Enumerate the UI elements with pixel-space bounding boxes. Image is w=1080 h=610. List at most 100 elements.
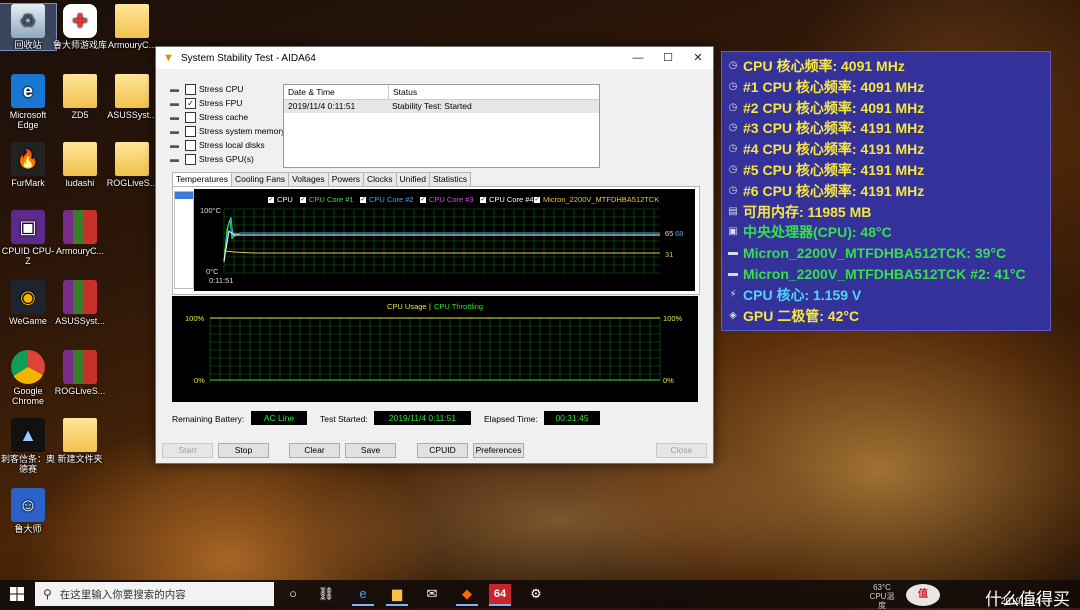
edge-icon[interactable]: e: [352, 584, 374, 606]
stress-checkbox[interactable]: [185, 153, 196, 165]
title-bar[interactable]: ▼ System Stability Test - AIDA64 — ☐ ✕: [156, 47, 713, 69]
status-log[interactable]: Date & Time Status 2019/11/4 0:11:51 Sta…: [283, 84, 600, 168]
legend-checkbox[interactable]: ✓: [534, 196, 540, 203]
desktop-icon[interactable]: ROGLiveS...: [104, 142, 160, 188]
taskbar-search[interactable]: ⚲ 在这里输入你要搜索的内容: [35, 582, 274, 606]
tab-statistics[interactable]: Statistics: [429, 172, 472, 186]
file-explorer-icon[interactable]: ▆: [386, 584, 408, 606]
desktop-icon[interactable]: ZD5: [52, 74, 108, 120]
stress-option[interactable]: ▬ Stress cache: [170, 111, 248, 123]
desktop-icon[interactable]: ludashi: [52, 142, 108, 188]
desktop-icon[interactable]: ROGLiveS...: [52, 350, 108, 396]
temp-legend-item[interactable]: ✓ CPU Core #1: [300, 195, 354, 204]
save-button[interactable]: Save: [345, 443, 396, 458]
game-icon[interactable]: ⛓: [315, 584, 337, 604]
close-window-button[interactable]: ✕: [683, 47, 713, 69]
sensor-osd-panel: ◷ CPU 核心频率: 4091 MHz ◷ #1 CPU 核心频率: 4091 MH…: [721, 51, 1051, 331]
stress-option[interactable]: ▬ Stress CPU: [170, 83, 243, 95]
start-button-windows[interactable]: [0, 580, 34, 608]
col-status-header[interactable]: Status: [389, 85, 599, 99]
tab-cooling-fans[interactable]: Cooling Fans: [230, 172, 290, 186]
folder-icon: [115, 74, 149, 108]
desktop-icon[interactable]: ArmouryC...: [52, 210, 108, 256]
settings-icon[interactable]: ⚙: [525, 584, 547, 604]
minimize-button[interactable]: —: [623, 47, 653, 69]
temp-right-value-1: 65: [665, 229, 674, 238]
temp-legend-item[interactable]: ✓ CPU Core #4: [480, 195, 534, 204]
usage-legend: CPU Usage: [387, 302, 427, 311]
stress-checkbox[interactable]: [185, 139, 196, 151]
desktop-icon[interactable]: Google Chrome: [0, 350, 56, 406]
sensor-list[interactable]: [174, 191, 194, 289]
usage-left-top: 100%: [185, 314, 205, 323]
cpu-temp-tray[interactable]: 63°C CPU温度: [867, 583, 897, 610]
stress-option[interactable]: ▬ Stress local disks: [170, 139, 265, 151]
desktop-icon-label: ludashi: [65, 178, 95, 188]
stress-checkbox[interactable]: ✓: [185, 97, 196, 109]
tab-unified[interactable]: Unified: [395, 172, 431, 186]
legend-checkbox[interactable]: ✓: [268, 196, 274, 203]
legend-label: CPU Core #1: [309, 195, 354, 204]
search-icon: ⚲: [43, 587, 52, 601]
desktop-icon[interactable]: ▣ CPUID CPU-Z: [0, 210, 56, 266]
close-button[interactable]: Close: [656, 443, 707, 458]
desktop-icon[interactable]: 🔥 FurMark: [0, 142, 56, 188]
desktop-icon[interactable]: 新建文件夹: [52, 418, 108, 464]
tab-temperatures[interactable]: Temperatures: [172, 172, 232, 186]
desktop-icon[interactable]: ◉ WeGame: [0, 280, 56, 326]
temp-legend-item[interactable]: ✓ CPU Core #2: [360, 195, 414, 204]
stop-button[interactable]: Stop: [218, 443, 269, 458]
tab-voltages[interactable]: Voltages: [288, 172, 329, 186]
stress-option[interactable]: ▬ Stress GPU(s): [170, 153, 254, 165]
stress-checkbox[interactable]: [185, 83, 196, 95]
tab-clocks[interactable]: Clocks: [363, 172, 397, 186]
winrar-icon: [63, 210, 97, 244]
desktop-icon-label: Microsoft Edge: [9, 110, 47, 130]
desktop-icon[interactable]: ArmouryC...: [104, 4, 160, 50]
task-view-icon[interactable]: ○: [282, 584, 304, 604]
stress-option[interactable]: ▬ Stress system memory: [170, 125, 285, 137]
osd-text: CPU 核心频率: 4091 MHz: [743, 58, 905, 74]
smzdm-logo-icon: 值: [906, 584, 940, 606]
aida64-app-icon: ▼: [163, 52, 174, 64]
clear-button[interactable]: Clear: [289, 443, 340, 458]
cpuid-button[interactable]: CPUID: [417, 443, 468, 458]
temp-legend-item[interactable]: ✓ Micron_2200V_MTFDHBA512TCK: [534, 195, 659, 204]
legend-checkbox[interactable]: ✓: [480, 196, 486, 203]
tray-date[interactable]: 2019/11/4: [1001, 596, 1040, 606]
maximize-button[interactable]: ☐: [653, 47, 683, 69]
desktop-icon[interactable]: ASUSSyst...: [104, 74, 160, 120]
desktop-icon[interactable]: ASUSSyst...: [52, 280, 108, 326]
stress-checkbox[interactable]: [185, 125, 196, 137]
voltage-icon: ⚡: [729, 288, 737, 300]
stress-checkbox[interactable]: [185, 111, 196, 123]
log-row[interactable]: 2019/11/4 0:11:51 Stability Test: Starte…: [284, 100, 599, 113]
mail-icon[interactable]: ✉: [421, 584, 443, 604]
stress-option[interactable]: ▬ ✓ Stress FPU: [170, 97, 242, 109]
clock-icon: ◷: [728, 101, 738, 113]
desktop-icon[interactable]: ☺ 鲁大师: [0, 488, 56, 534]
legend-checkbox[interactable]: ✓: [300, 196, 306, 203]
gpu-icon: ◈: [729, 309, 737, 321]
furmark-icon: 🔥: [11, 142, 45, 176]
legend-checkbox[interactable]: ✓: [360, 196, 366, 203]
temp-legend-item[interactable]: ✓ CPU: [268, 195, 293, 204]
desktop-icon[interactable]: ♻ 回收站: [0, 3, 57, 51]
desktop-icon[interactable]: ✚ 鲁大师游戏库: [52, 4, 108, 50]
fpu-icon: ▬: [170, 97, 179, 108]
temp-legend-item[interactable]: ✓ CPU Core #3: [420, 195, 474, 204]
sensor-list-selected[interactable]: [175, 192, 193, 199]
osd-text: CPU 核心: 1.159 V: [743, 286, 862, 303]
preferences-button[interactable]: Preferences: [473, 443, 524, 458]
desktop-icon[interactable]: ▲ 刺客信条：奥德赛: [0, 418, 56, 474]
start-button[interactable]: Start: [162, 443, 213, 458]
desktop-icon[interactable]: e Microsoft Edge: [0, 74, 56, 130]
stress-option-label: Stress cache: [199, 112, 249, 122]
col-date-header[interactable]: Date & Time: [284, 85, 389, 99]
aida64-window[interactable]: ▼ System Stability Test - AIDA64 — ☐ ✕ ▬…: [155, 46, 714, 464]
aida64-taskbar-icon[interactable]: 64: [489, 584, 511, 606]
tab-powers[interactable]: Powers: [327, 172, 365, 186]
furmark-taskbar-icon[interactable]: ◆: [456, 584, 478, 606]
legend-checkbox[interactable]: ✓: [420, 196, 426, 203]
osd-line: ▤ 可用内存: 11985 MB: [727, 202, 871, 222]
